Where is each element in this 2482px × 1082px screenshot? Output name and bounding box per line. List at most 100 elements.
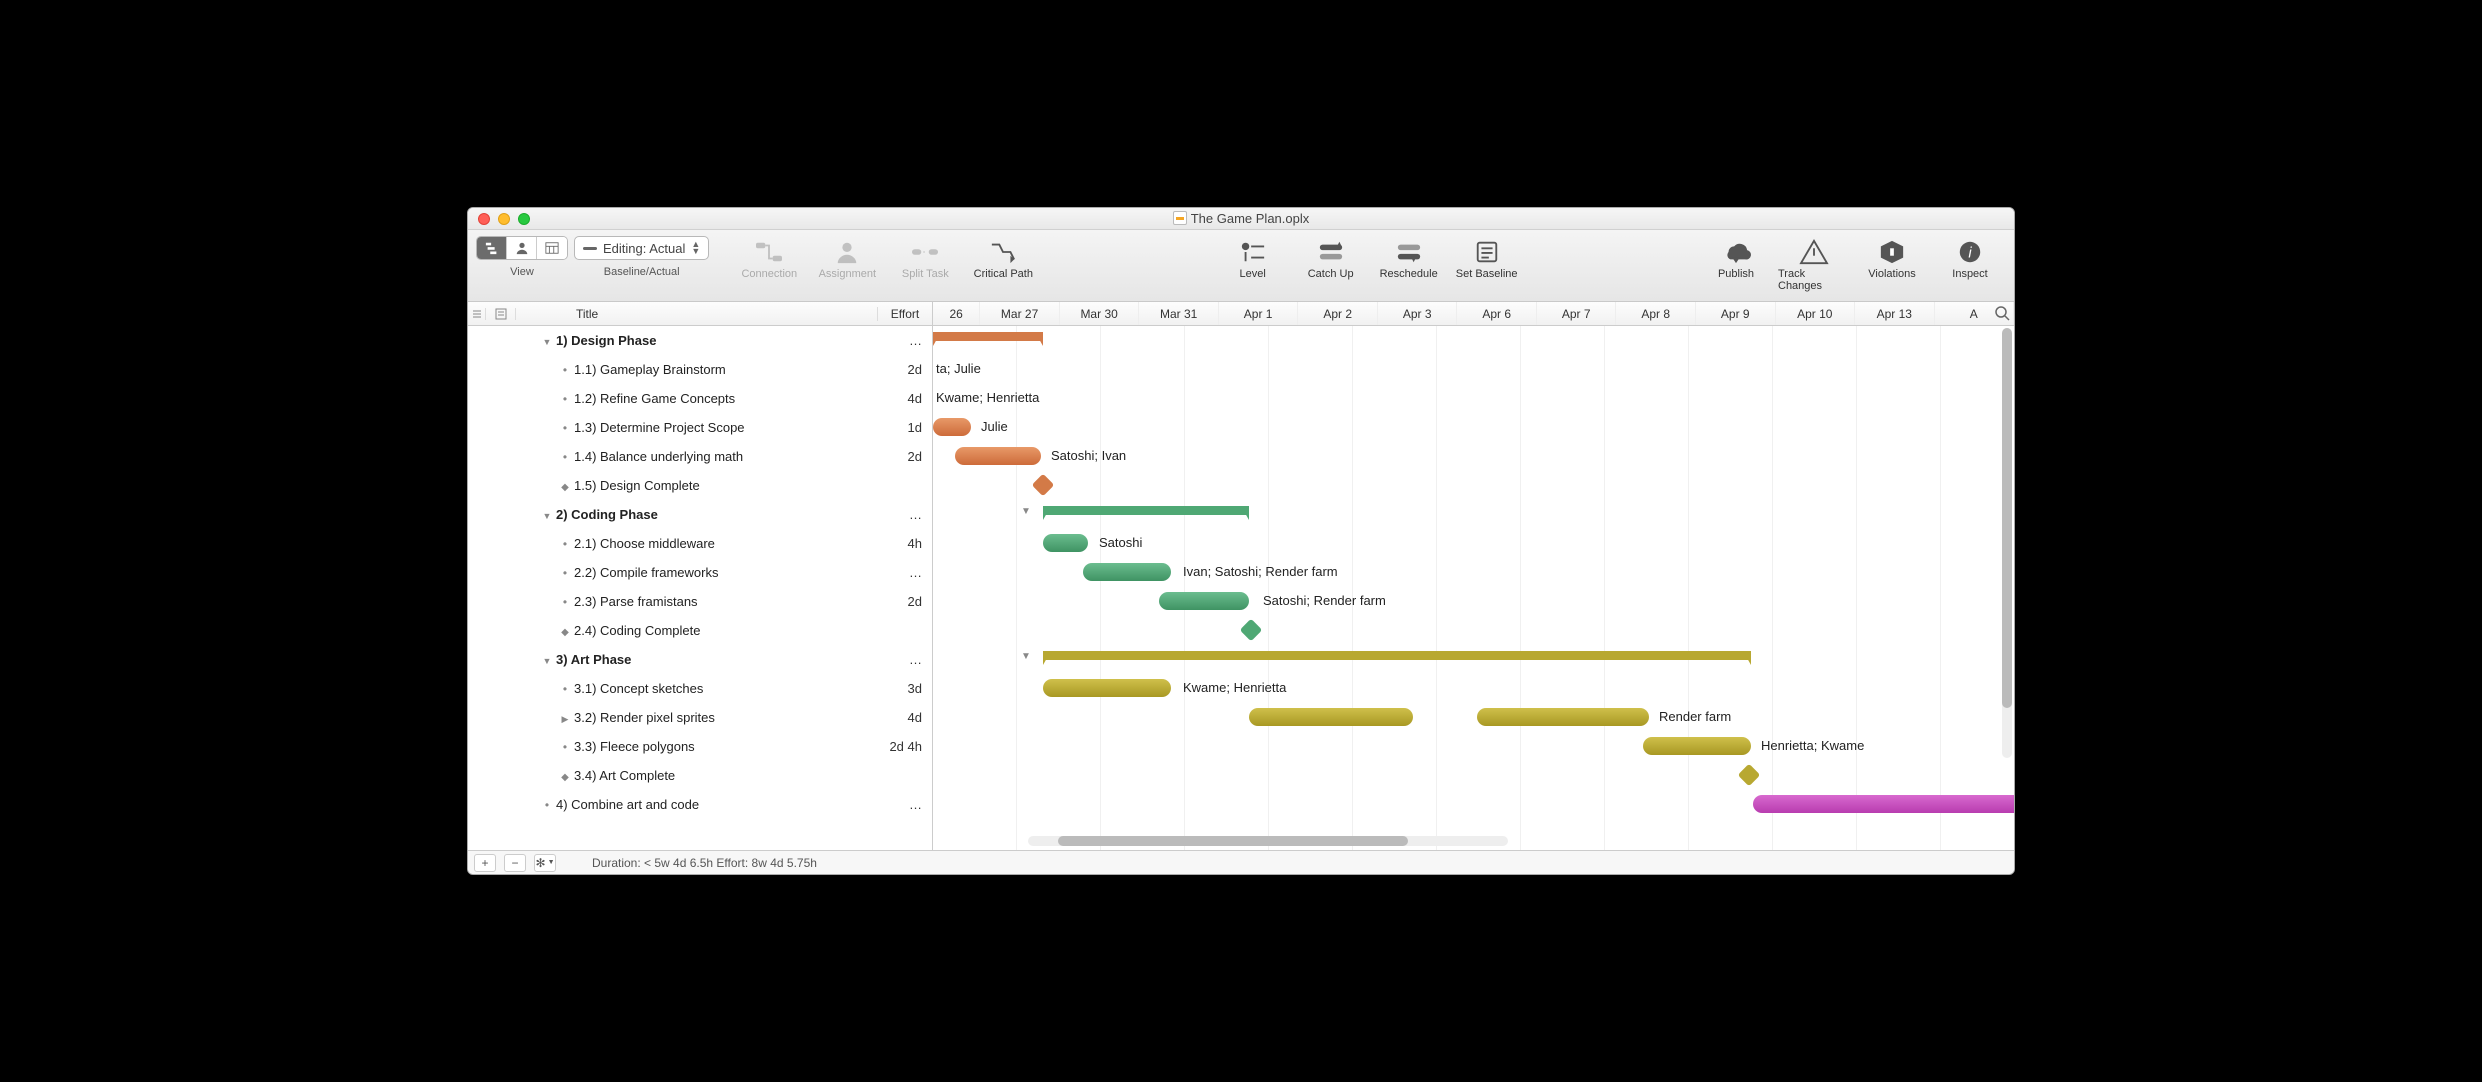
titlebar: The Game Plan.oplx bbox=[468, 208, 2014, 230]
add-button[interactable]: + bbox=[474, 854, 496, 872]
critical-path-button[interactable]: Critical Path bbox=[967, 236, 1039, 280]
chevron-down-icon: ▼ bbox=[548, 859, 555, 866]
reschedule-button[interactable]: Reschedule bbox=[1373, 236, 1445, 280]
task-bar[interactable] bbox=[933, 418, 971, 436]
document-icon bbox=[1173, 211, 1187, 225]
task-bar[interactable] bbox=[1753, 795, 2014, 813]
diamond-icon bbox=[556, 479, 574, 493]
track-changes-button[interactable]: Track Changes bbox=[1778, 236, 1850, 292]
task-row[interactable]: 1.1) Gameplay Brainstorm 2d bbox=[468, 355, 932, 384]
split-task-button[interactable]: Split Task bbox=[889, 236, 961, 280]
bullet-icon bbox=[556, 363, 574, 377]
note-column bbox=[486, 308, 516, 320]
task-row[interactable]: 1.3) Determine Project Scope 1d bbox=[468, 413, 932, 442]
task-bar[interactable] bbox=[1249, 708, 1413, 726]
inspect-button[interactable]: i Inspect bbox=[1934, 236, 2006, 280]
task-row[interactable]: 3.3) Fleece polygons 2d 4h bbox=[468, 732, 932, 761]
task-effort: 2d bbox=[878, 362, 928, 377]
view-calendar-button[interactable] bbox=[537, 237, 567, 259]
collapse-icon[interactable]: ▼ bbox=[1021, 651, 1031, 662]
caretdn-icon[interactable] bbox=[538, 508, 556, 522]
task-row[interactable]: 1.5) Design Complete bbox=[468, 471, 932, 500]
task-assignees: Ivan; Satoshi; Render farm bbox=[1183, 564, 1338, 579]
vertical-scrollbar[interactable] bbox=[2002, 328, 2012, 758]
level-button[interactable]: Level bbox=[1217, 236, 1289, 280]
bullet-icon bbox=[538, 798, 556, 812]
bullet-icon bbox=[556, 595, 574, 609]
task-row[interactable]: 2.1) Choose middleware 4h bbox=[468, 529, 932, 558]
connection-button[interactable]: Connection bbox=[733, 236, 805, 280]
task-bar[interactable] bbox=[1643, 737, 1751, 755]
summary-bar[interactable] bbox=[1043, 506, 1249, 520]
task-row[interactable]: 1.4) Balance underlying math 2d bbox=[468, 442, 932, 471]
action-menu-button[interactable]: ✻▼ bbox=[534, 854, 556, 872]
task-row[interactable]: 1) Design Phase … bbox=[468, 326, 932, 355]
task-row[interactable]: 2.2) Compile frameworks … bbox=[468, 558, 932, 587]
zoom-icon[interactable] bbox=[1994, 305, 2010, 321]
task-effort: … bbox=[878, 797, 928, 812]
gantt-chart[interactable]: ta; JulieKwame; HenriettaJulieSatoshi; I… bbox=[933, 326, 2014, 850]
view-resource-button[interactable] bbox=[507, 237, 537, 259]
task-assignees: Satoshi; Render farm bbox=[1263, 593, 1386, 608]
task-row[interactable]: 3.1) Concept sketches 3d bbox=[468, 674, 932, 703]
effort-column-header[interactable]: Effort bbox=[877, 307, 932, 321]
inspect-icon: i bbox=[1952, 238, 1988, 266]
level-icon bbox=[1235, 238, 1271, 266]
violations-icon bbox=[1874, 238, 1910, 266]
publish-button[interactable]: Publish bbox=[1700, 236, 1772, 280]
task-outline[interactable]: 1) Design Phase … 1.1) Gameplay Brainsto… bbox=[468, 326, 933, 850]
task-effort: 1d bbox=[878, 420, 928, 435]
task-effort: 4d bbox=[878, 391, 928, 406]
task-title: 2.2) Compile frameworks bbox=[574, 565, 878, 580]
diamond-icon bbox=[556, 769, 574, 783]
title-column-header[interactable]: Title bbox=[516, 307, 877, 321]
task-effort: 2d bbox=[878, 449, 928, 464]
summary-bar[interactable] bbox=[1043, 651, 1751, 665]
set-baseline-button[interactable]: Set Baseline bbox=[1451, 236, 1523, 280]
timeline-date: Mar 31 bbox=[1139, 302, 1219, 325]
minus-icon bbox=[583, 247, 597, 250]
task-row[interactable]: 2.4) Coding Complete bbox=[468, 616, 932, 645]
catch-up-button[interactable]: Catch Up bbox=[1295, 236, 1367, 280]
bullet-icon bbox=[556, 682, 574, 696]
timeline-date: Apr 2 bbox=[1298, 302, 1378, 325]
summary-bar[interactable] bbox=[933, 332, 1043, 346]
timeline-date: Mar 30 bbox=[1060, 302, 1140, 325]
scrollbar-thumb[interactable] bbox=[2002, 328, 2012, 708]
task-effort: … bbox=[878, 507, 928, 522]
horizontal-scrollbar[interactable] bbox=[1028, 836, 1508, 846]
task-effort: 4h bbox=[878, 536, 928, 551]
task-effort: … bbox=[878, 652, 928, 667]
caretdn-icon[interactable] bbox=[538, 334, 556, 348]
scrollbar-thumb[interactable] bbox=[1058, 836, 1408, 846]
task-bar[interactable] bbox=[1043, 679, 1171, 697]
task-assignees: Render farm bbox=[1659, 709, 1731, 724]
task-row[interactable]: 3.2) Render pixel sprites 4d bbox=[468, 703, 932, 732]
column-header: Title Effort 26Mar 27Mar 30Mar 31Apr 1Ap… bbox=[468, 302, 2014, 326]
task-row[interactable]: 3.4) Art Complete bbox=[468, 761, 932, 790]
task-bar[interactable] bbox=[1477, 708, 1649, 726]
task-row[interactable]: 2.3) Parse framistans 2d bbox=[468, 587, 932, 616]
violations-button[interactable]: Violations bbox=[1856, 236, 1928, 280]
task-row[interactable]: 4) Combine art and code … bbox=[468, 790, 932, 819]
task-row[interactable]: 2) Coding Phase … bbox=[468, 500, 932, 529]
baseline-dropdown[interactable]: Editing: Actual ▲▼ bbox=[574, 236, 709, 260]
remove-button[interactable]: − bbox=[504, 854, 526, 872]
task-row[interactable]: 1.2) Refine Game Concepts 4d bbox=[468, 384, 932, 413]
task-bar[interactable] bbox=[1043, 534, 1088, 552]
task-title: 3.4) Art Complete bbox=[574, 768, 878, 783]
assignment-button[interactable]: Assignment bbox=[811, 236, 883, 280]
view-gantt-button[interactable] bbox=[477, 237, 507, 259]
collapse-icon[interactable]: ▼ bbox=[1021, 506, 1031, 517]
task-title: 1.2) Refine Game Concepts bbox=[574, 391, 878, 406]
bullet-icon bbox=[556, 421, 574, 435]
task-row[interactable]: 3) Art Phase … bbox=[468, 645, 932, 674]
caretdn-icon[interactable] bbox=[538, 653, 556, 667]
caret-icon[interactable] bbox=[556, 711, 574, 725]
critical-path-icon bbox=[985, 238, 1021, 266]
task-title: 3.3) Fleece polygons bbox=[574, 739, 878, 754]
task-bar[interactable] bbox=[1159, 592, 1249, 610]
task-bar[interactable] bbox=[955, 447, 1041, 465]
task-bar[interactable] bbox=[1083, 563, 1171, 581]
track-changes-icon bbox=[1796, 238, 1832, 266]
